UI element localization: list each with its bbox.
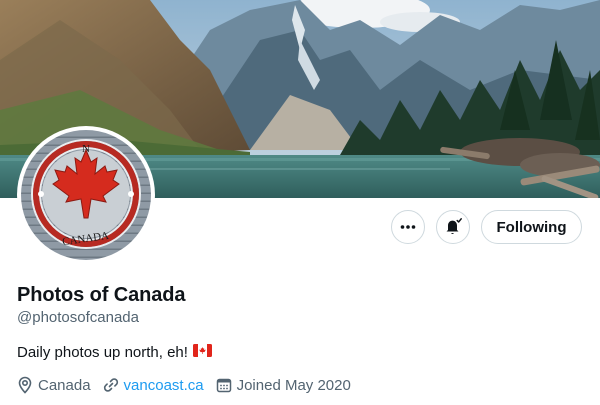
- profile-meta: Canada vancoast.ca Joined May 2020: [17, 375, 363, 395]
- more-horizontal-icon: [400, 225, 416, 229]
- location-pin-icon: [18, 376, 32, 394]
- bell-subscribed-icon: [446, 218, 462, 234]
- following-button[interactable]: Following: [481, 210, 582, 244]
- more-button[interactable]: [391, 210, 425, 244]
- profile-avatar[interactable]: N CANADA: [17, 126, 155, 264]
- avatar-ring-lettering: N CANADA: [61, 143, 109, 248]
- calendar-icon: [216, 378, 231, 393]
- joined-item: Joined May 2020: [216, 377, 351, 394]
- notifications-button[interactable]: [436, 210, 470, 244]
- joined-text: Joined May 2020: [236, 376, 351, 394]
- profile-handle: @photosofcanada: [17, 309, 139, 326]
- profile-bio: Daily photos up north, eh!: [17, 344, 212, 361]
- location-item: Canada: [17, 376, 91, 394]
- location-text: Canada: [38, 376, 91, 394]
- profile-name: Photos of Canada: [17, 284, 186, 306]
- link-icon: [103, 378, 118, 392]
- avatar-ring-text-bottom: CANADA: [61, 230, 109, 248]
- website-link[interactable]: vancoast.ca: [124, 377, 204, 394]
- website-item: vancoast.ca: [103, 377, 204, 394]
- avatar-ring-text-top: N: [82, 143, 90, 155]
- canada-flag-icon: [192, 344, 212, 361]
- bio-text: Daily photos up north, eh!: [17, 344, 188, 361]
